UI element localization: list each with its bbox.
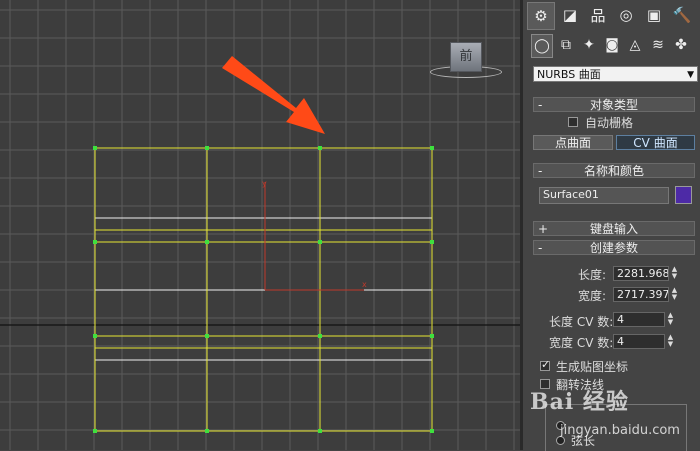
point-surface-button[interactable]: 点曲面 (533, 135, 613, 150)
object-category-dropdown[interactable]: NURBS 曲面 ▼ (533, 66, 698, 82)
cv-point[interactable] (318, 240, 322, 244)
rollout-name-color[interactable]: - 名称和颜色 (533, 163, 695, 178)
gizmo-y-label: y (262, 179, 267, 188)
cv-point[interactable] (430, 429, 434, 433)
width-label: 宽度: (578, 289, 607, 303)
category-buttons: ◯ ⧉ ✦ ◙ ◬ ≋ ✤ (531, 34, 699, 60)
category-cameras[interactable]: ◙ (602, 34, 622, 56)
tab-modify[interactable]: ◪ (557, 2, 583, 28)
rollout-keyboard-entry[interactable]: + 键盘输入 (533, 221, 695, 236)
systems-icon: ✤ (675, 37, 687, 53)
dropdown-arrow-icon: ▼ (687, 70, 694, 80)
cv-point[interactable] (205, 146, 209, 150)
sphere-icon: ◯ (534, 38, 550, 54)
command-panel-tabs: ⚙ ◪ 品 ◎ ▣ 🔨 (527, 2, 700, 30)
shapes-icon: ⧉ (561, 37, 571, 53)
cv-point[interactable] (318, 146, 322, 150)
cv-point[interactable] (93, 429, 97, 433)
length-label: 长度: (578, 268, 607, 282)
collapse-icon: - (538, 98, 543, 112)
expand-icon: + (538, 222, 549, 236)
category-systems[interactable]: ✤ (671, 34, 691, 56)
cv-point[interactable] (93, 240, 97, 244)
rollout-title: 创建参数 (589, 241, 638, 255)
width-cv-input[interactable]: 4 (613, 334, 665, 349)
cv-point[interactable] (430, 240, 434, 244)
cv-point[interactable] (205, 429, 209, 433)
baidu-jingyan-watermark-logo: Bai 经验 (530, 389, 629, 415)
rollout-title: 键盘输入 (589, 222, 638, 236)
length-input[interactable]: 2281.968m (613, 266, 669, 281)
category-space-warps[interactable]: ≋ (648, 34, 668, 56)
camera-icon: ◙ (605, 37, 619, 53)
object-color-swatch[interactable] (675, 186, 692, 204)
auto-grid-label: 自动栅格 (585, 116, 634, 130)
helper-icon: ◬ (629, 37, 641, 53)
cv-point[interactable] (318, 334, 322, 338)
gen-mapping-checkbox[interactable] (540, 358, 550, 371)
dropdown-value: NURBS 曲面 (537, 68, 601, 81)
object-name-field[interactable]: Surface01 (539, 187, 669, 204)
length-cv-input[interactable]: 4 (613, 312, 665, 327)
length-spinner[interactable]: ▲ ▼ (670, 266, 679, 281)
modify-icon: ◪ (562, 6, 578, 24)
tab-display[interactable]: ▣ (641, 2, 667, 28)
cv-point[interactable] (205, 240, 209, 244)
category-helpers[interactable]: ◬ (625, 34, 645, 56)
tab-utilities[interactable]: 🔨 (669, 2, 695, 28)
front-viewport[interactable]: y x 前 (0, 0, 520, 450)
cv-surface-button[interactable]: CV 曲面 (616, 135, 695, 150)
width-spinner[interactable]: ▲ ▼ (670, 287, 679, 302)
tab-create[interactable]: ⚙ (527, 2, 555, 30)
tab-hierarchy[interactable]: 品 (585, 2, 611, 28)
motion-icon: ◎ (619, 6, 633, 24)
display-icon: ▣ (646, 6, 662, 24)
category-geometry[interactable]: ◯ (531, 34, 553, 58)
tab-motion[interactable]: ◎ (613, 2, 639, 28)
hierarchy-icon: 品 (590, 6, 606, 25)
width-cv-spinner[interactable]: ▲ ▼ (666, 334, 675, 349)
length-cv-spinner[interactable]: ▲ ▼ (666, 312, 675, 327)
hammer-icon: 🔨 (672, 6, 692, 24)
category-lights[interactable]: ✦ (579, 34, 599, 56)
category-shapes[interactable]: ⧉ (556, 34, 576, 56)
cv-point[interactable] (430, 146, 434, 150)
auto-grid-checkbox[interactable] (568, 117, 578, 127)
rollout-title: 对象类型 (589, 98, 638, 112)
viewcube-front[interactable]: 前 (450, 42, 482, 72)
command-panel: ⚙ ◪ 品 ◎ ▣ 🔨 ◯ ⧉ ✦ ◙ ◬ ≋ ✤ NURBS 曲面 ▼ - 对… (520, 0, 700, 451)
spacewarp-icon: ≋ (652, 37, 664, 53)
rollout-creation-params[interactable]: - 创建参数 (533, 240, 695, 255)
gizmo-x-label: x (362, 280, 367, 289)
create-icon: ⚙ (534, 7, 548, 25)
cv-point[interactable] (318, 429, 322, 433)
width-input[interactable]: 2717.397m (613, 287, 669, 302)
watermark-url: jingyan.baidu.com (560, 423, 680, 438)
cv-point[interactable] (205, 334, 209, 338)
collapse-icon: - (538, 241, 543, 255)
width-cv-label: 宽度 CV 数: (549, 336, 614, 350)
collapse-icon: - (538, 164, 543, 178)
light-icon: ✦ (583, 37, 595, 53)
rollout-object-type[interactable]: - 对象类型 (533, 97, 695, 112)
cv-point[interactable] (430, 334, 434, 338)
gen-mapping-label: 生成贴图坐标 (556, 360, 629, 374)
length-cv-label: 长度 CV 数: (549, 315, 614, 329)
transform-gizmo (264, 182, 364, 291)
rollout-title: 名称和颜色 (583, 164, 644, 178)
cv-point[interactable] (93, 146, 97, 150)
cv-point[interactable] (93, 334, 97, 338)
